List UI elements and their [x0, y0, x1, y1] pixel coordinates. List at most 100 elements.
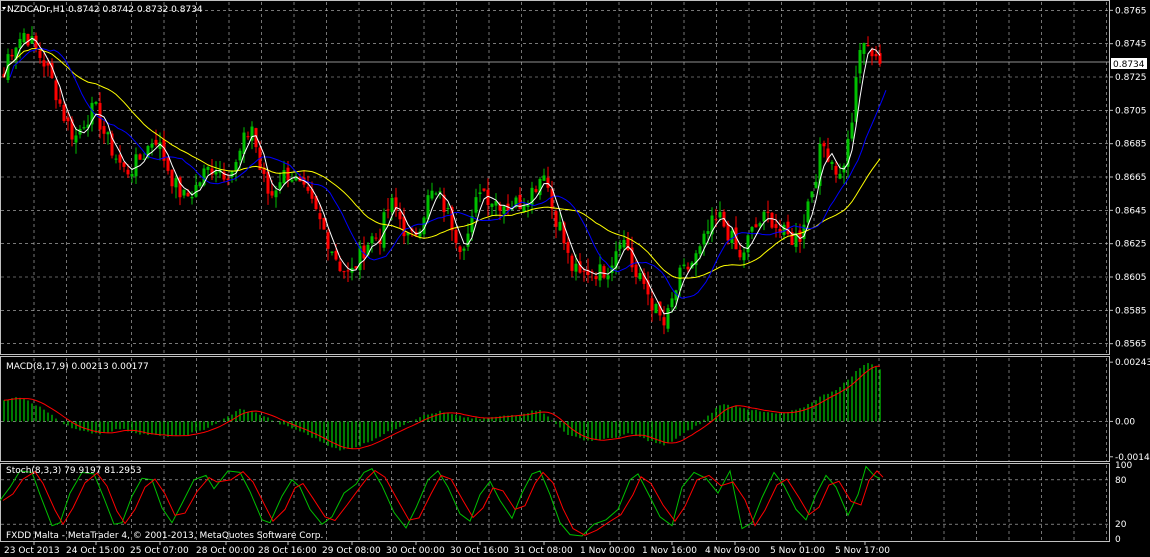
candle-body-61	[246, 136, 250, 138]
candle-body-207	[830, 161, 834, 165]
candle-body-175	[702, 233, 706, 245]
candle-body-214	[858, 50, 862, 74]
candle-body-29	[118, 154, 122, 163]
candle-body-185	[742, 252, 746, 261]
time-label-12: 5 Nov 01:00	[770, 546, 825, 556]
candle-body-4	[18, 38, 22, 48]
candle-body-139	[558, 221, 562, 231]
candle-body-30	[122, 162, 126, 167]
candle-body-70	[282, 170, 286, 184]
candle-body-113	[454, 230, 458, 243]
time-label-7: 30 Oct 16:00	[450, 546, 509, 556]
candle-body-14	[58, 99, 62, 104]
candle-body-34	[138, 154, 142, 160]
candle-body-155	[622, 239, 626, 248]
main-chart-header: NZDCADr,H1 0.8742 0.8742 0.8732 0.8734	[7, 5, 203, 15]
time-label-8: 31 Oct 08:00	[514, 546, 573, 556]
candle-body-205	[822, 142, 826, 147]
candle-body-9	[38, 50, 42, 58]
candle-body-174	[698, 246, 702, 254]
time-label-4: 28 Oct 16:00	[258, 546, 317, 556]
candle-body-42	[170, 169, 174, 187]
candle-body-191	[766, 211, 770, 213]
candle-body-59	[238, 150, 242, 161]
candle-body-23	[94, 101, 98, 104]
price-tick-label-1: 0.8745	[1115, 40, 1147, 50]
candle-body-212	[850, 122, 854, 139]
candle-body-82	[330, 251, 334, 253]
candle-body-47	[190, 196, 194, 199]
candle-body-195	[782, 224, 786, 235]
candle-body-85	[342, 271, 346, 273]
macd-tick-label-1: 0.00	[1115, 417, 1135, 427]
candle-body-48	[194, 184, 198, 197]
candle-body-167	[670, 298, 674, 308]
time-label-0: 23 Oct 2013	[4, 546, 60, 556]
time-label-11: 4 Nov 09:00	[705, 546, 760, 556]
price-tick-label-6: 0.8645	[1115, 206, 1147, 216]
candle-body-182	[730, 230, 734, 244]
candle-body-86	[346, 270, 350, 272]
candle-body-43	[174, 178, 178, 188]
candle-body-100	[402, 216, 406, 237]
stoch-tick-label-1: 80	[1115, 476, 1127, 486]
price-tick-label-10: 0.8565	[1115, 340, 1147, 350]
candle-body-46	[186, 192, 190, 197]
candle-body-83	[334, 250, 338, 260]
candle-body-16	[66, 117, 70, 122]
candle-body-215	[862, 42, 866, 54]
candle-body-38	[154, 139, 158, 145]
candle-body-158	[634, 264, 638, 278]
macd-tick-label-0: 0.00243	[1115, 358, 1150, 368]
time-label-10: 1 Nov 16:00	[642, 546, 697, 556]
candle-body-76	[306, 186, 310, 191]
candle-body-71	[286, 167, 290, 181]
stoch-header: Stoch(8,3,3) 79.9197 81.2953	[6, 466, 141, 476]
candle-body-116	[466, 233, 470, 247]
candle-body-53	[214, 171, 218, 175]
candle-body-119	[478, 192, 482, 195]
candle-body-151	[606, 275, 610, 280]
candle-body-24	[98, 102, 102, 130]
candle-body-141	[566, 242, 570, 253]
candle-body-188	[754, 224, 758, 228]
current-price-label: 0.8734	[1113, 60, 1145, 70]
candle-body-209	[838, 173, 842, 179]
candle-body-81	[326, 232, 330, 249]
candle-body-45	[182, 189, 186, 196]
macd-header: MACD(8,17,9) 0.00213 0.00177	[6, 362, 149, 372]
candle-body-145	[582, 270, 586, 272]
candle-body-170	[682, 264, 686, 267]
candle-body-186	[746, 235, 750, 253]
time-label-3: 28 Oct 00:00	[196, 546, 255, 556]
candle-body-93	[374, 237, 378, 239]
time-label-6: 30 Oct 00:00	[386, 546, 445, 556]
candle-body-20	[82, 127, 86, 129]
candle-body-115	[462, 248, 466, 251]
candle-body-130	[522, 205, 526, 212]
candle-body-114	[458, 246, 462, 253]
candle-body-79	[318, 213, 322, 220]
candle-body-143	[574, 263, 578, 272]
candle-body-187	[750, 227, 754, 232]
price-tick-label-7: 0.8625	[1115, 240, 1147, 250]
stoch-tick-label-3: 0	[1115, 535, 1121, 545]
candle-body-13	[54, 80, 58, 101]
candle-body-148	[594, 276, 598, 280]
candle-body-138	[554, 211, 558, 227]
candle-body-193	[774, 224, 778, 228]
candle-body-159	[638, 273, 642, 280]
candle-body-5	[22, 33, 26, 43]
candle-body-56	[226, 178, 230, 181]
candle-body-72	[290, 179, 294, 182]
candle-body-203	[814, 181, 818, 188]
candle-body-202	[810, 191, 814, 198]
candle-body-11	[46, 62, 50, 66]
candle-body-6	[26, 33, 30, 46]
candle-body-25	[102, 126, 106, 134]
price-tick-label-4: 0.8685	[1115, 140, 1147, 150]
candle-body-7	[30, 36, 34, 44]
candle-body-131	[526, 205, 530, 207]
candle-body-192	[770, 212, 774, 228]
price-tick-label-5: 0.8665	[1115, 173, 1147, 183]
